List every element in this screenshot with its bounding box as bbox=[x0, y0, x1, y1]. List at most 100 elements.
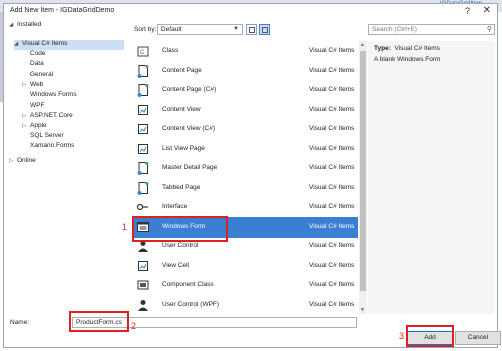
tree-item-label: Visual C# Items bbox=[22, 40, 68, 47]
template-name: Tabbed Page bbox=[162, 183, 201, 191]
tree-item-label: Apple bbox=[30, 122, 47, 129]
template-language: Visual C# Items bbox=[309, 261, 355, 269]
content-page-icon bbox=[136, 64, 150, 78]
template-item-interface[interactable]: Interface Visual C# Items bbox=[134, 197, 358, 218]
template-name: Content Page (C#) bbox=[162, 86, 217, 93]
medium-icons-view-button[interactable] bbox=[246, 24, 257, 35]
template-language: Visual C# Items bbox=[309, 66, 355, 74]
template-item-content-page[interactable]: Content Page Visual C# Items bbox=[134, 61, 358, 82]
list-view-page-icon bbox=[136, 142, 150, 156]
collapsed-icon[interactable]: ▷ bbox=[22, 82, 30, 88]
template-language: Visual C# Items bbox=[309, 183, 355, 191]
list-view-button[interactable] bbox=[259, 24, 270, 35]
close-button[interactable]: ✕ bbox=[483, 5, 491, 16]
annotation-box-name bbox=[69, 311, 129, 332]
type-label: Type: bbox=[374, 45, 391, 52]
template-name: Class bbox=[162, 47, 179, 54]
tree-item-label: Installed bbox=[17, 21, 42, 28]
tree-item-sql-server[interactable]: SQL Server bbox=[30, 132, 64, 142]
search-input[interactable]: Search (Ctrl+E) ⚲ bbox=[368, 24, 495, 35]
template-name: User Control bbox=[162, 242, 199, 249]
category-tree: ◢ Installed ◢ Visual C# Items Code Data Ge… bbox=[9, 21, 129, 311]
type-row: Type: Visual C# Items bbox=[374, 45, 440, 52]
collapsed-icon[interactable]: ▷ bbox=[9, 158, 17, 164]
tree-item-label: Xamarin.Forms bbox=[30, 142, 75, 149]
template-language: Visual C# Items bbox=[309, 203, 355, 210]
collapsed-icon[interactable]: ▷ bbox=[22, 113, 30, 119]
grid-view-icon bbox=[249, 27, 255, 33]
expanded-icon[interactable]: ◢ bbox=[14, 41, 22, 47]
template-name: Master Detail Page bbox=[162, 164, 218, 171]
template-item-list-view-page[interactable]: List View Page Visual C# Items bbox=[134, 139, 358, 160]
help-button[interactable]: ? bbox=[465, 6, 470, 16]
scroll-up-icon[interactable]: ▲ bbox=[360, 42, 365, 48]
annotation-label-2: 2 bbox=[131, 321, 137, 331]
title-bar: Add New Item - IGDataGridDemo ? ✕ bbox=[4, 4, 497, 18]
details-panel: Type: Visual C# Items A blank Windows Fo… bbox=[368, 41, 495, 314]
template-item-component-class[interactable]: Component Class Visual C# Items bbox=[134, 275, 358, 296]
sort-value: Default bbox=[161, 26, 182, 33]
dialog-title: Add New Item - IGDataGridDemo bbox=[10, 7, 115, 14]
cancel-button[interactable]: Cancel bbox=[455, 331, 501, 345]
sort-label: Sort by: bbox=[134, 26, 157, 33]
annotation-box-windows-form bbox=[132, 216, 228, 242]
tree-item-aspnet-core[interactable]: ▷ ASP.NET Core bbox=[22, 112, 73, 122]
template-language: Visual C# Items bbox=[309, 125, 355, 132]
class-icon: C bbox=[136, 44, 150, 58]
template-item-content-page-c[interactable]: Content Page (C#) Visual C# Items bbox=[134, 80, 358, 101]
template-item-tabbed-page[interactable]: Tabbed Page Visual C# Items bbox=[134, 178, 358, 199]
search-placeholder: Search (Ctrl+E) bbox=[372, 26, 417, 33]
template-item-content-view-c[interactable]: Content View (C#) Visual C# Items bbox=[134, 119, 358, 140]
template-language: Visual C# Items bbox=[309, 300, 355, 308]
tree-item-general[interactable]: General bbox=[30, 71, 53, 81]
template-item-content-view[interactable]: Content View Visual C# Items bbox=[134, 100, 358, 121]
template-name: Content View (C#) bbox=[162, 125, 215, 132]
template-language: Visual C# Items bbox=[309, 86, 355, 93]
tree-item-installed[interactable]: ◢ Installed bbox=[9, 21, 41, 31]
tree-item-visual-csharp-items[interactable]: ◢ Visual C# Items bbox=[14, 40, 124, 50]
tree-item-label: WPF bbox=[30, 102, 45, 109]
tree-item-label: Data bbox=[30, 60, 44, 67]
tabbed-page-icon bbox=[136, 181, 150, 195]
user-control-wpf-icon bbox=[136, 298, 150, 312]
chevron-down-icon: ▼ bbox=[233, 26, 239, 32]
search-icon[interactable]: ⚲ bbox=[487, 25, 492, 33]
type-value: Visual C# Items bbox=[394, 45, 440, 52]
template-name: Content View bbox=[162, 105, 201, 113]
template-language: Visual C# Items bbox=[309, 222, 355, 230]
tree-item-label: SQL Server bbox=[30, 132, 64, 139]
tree-item-label: Online bbox=[17, 157, 36, 164]
name-label: Name: bbox=[10, 319, 30, 326]
template-name: View Cell bbox=[162, 261, 189, 269]
list-view-icon bbox=[262, 27, 268, 33]
sort-dropdown[interactable]: Default ▼ bbox=[157, 24, 243, 35]
item-description: A blank Windows Form bbox=[374, 56, 441, 63]
tree-item-label: Windows Forms bbox=[30, 91, 77, 98]
template-item-class[interactable]: C Class Visual C# Items bbox=[134, 41, 358, 62]
tree-item-wpf[interactable]: WPF bbox=[30, 102, 44, 112]
content-view-cs-icon bbox=[136, 122, 150, 136]
template-item-view-cell[interactable]: View Cell Visual C# Items bbox=[134, 256, 358, 277]
template-name: User Control (WPF) bbox=[162, 300, 220, 308]
scroll-down-icon[interactable]: ▼ bbox=[360, 307, 365, 313]
content-view-icon bbox=[136, 103, 150, 117]
tree-item-web[interactable]: ▷ Web bbox=[22, 81, 43, 91]
component-class-icon bbox=[136, 278, 150, 292]
tree-item-apple[interactable]: ▷ Apple bbox=[22, 122, 47, 132]
template-list: C Class Visual C# Items Content Page Visual … bbox=[134, 41, 358, 314]
template-item-user-control-wpf[interactable]: User Control (WPF) Visual C# Items bbox=[134, 295, 358, 316]
collapsed-icon[interactable]: ▷ bbox=[22, 123, 30, 129]
template-list-scrollbar[interactable]: ▲ ▼ bbox=[359, 41, 367, 314]
template-name: List View Page bbox=[162, 144, 205, 152]
tree-item-data[interactable]: Data bbox=[30, 60, 44, 70]
template-item-master-detail-page[interactable]: Master Detail Page Visual C# Items bbox=[134, 158, 358, 179]
tree-item-windows-forms[interactable]: Windows Forms bbox=[30, 91, 77, 101]
template-name: Content Page bbox=[162, 66, 202, 74]
interface-icon bbox=[136, 200, 150, 214]
tree-item-code[interactable]: Code bbox=[30, 50, 46, 60]
scrollbar-thumb[interactable] bbox=[360, 51, 366, 291]
tree-item-online[interactable]: ▷ Online bbox=[9, 157, 36, 167]
expanded-icon[interactable]: ◢ bbox=[9, 22, 17, 28]
template-language: Visual C# Items bbox=[309, 164, 355, 171]
tree-item-xamarin-forms[interactable]: Xamarin.Forms bbox=[30, 142, 74, 152]
